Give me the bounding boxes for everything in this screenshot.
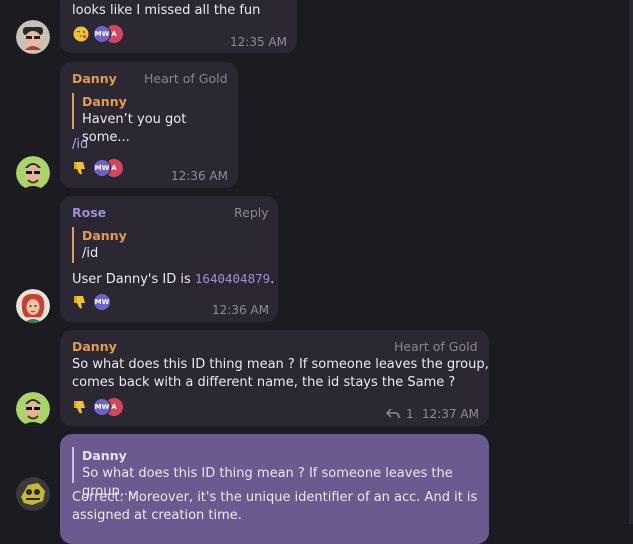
quoted-reply[interactable]: Danny So what does this ID thing mean ? … [72, 447, 489, 499]
avatar-user[interactable] [16, 477, 50, 511]
thumbs-down-icon[interactable] [72, 398, 90, 416]
reactions[interactable]: MW A [72, 159, 123, 177]
reactions[interactable]: MW A [72, 25, 123, 43]
sender-name[interactable]: Rose [72, 205, 106, 220]
avatar-rose[interactable] [16, 289, 50, 323]
reaction-avatar: MW [93, 159, 111, 177]
reaction-avatar: MW [93, 293, 111, 311]
sender-tag: Heart of Gold [144, 71, 228, 86]
message-text-prefix: User Danny's ID is [72, 272, 195, 287]
reply-arrow-icon [386, 408, 400, 419]
quoted-text: /id [82, 246, 99, 261]
thumbs-down-icon[interactable] [72, 159, 90, 177]
own-message-bubble[interactable]: Danny So what does this ID thing mean ? … [60, 434, 489, 544]
quoted-reply[interactable]: Danny Haven’t you got some... [72, 93, 238, 145]
message-text-line: So what does this ID thing mean ? If som… [72, 357, 489, 372]
sender-tag: Heart of Gold [394, 339, 478, 354]
quoted-reply[interactable]: Danny /id [72, 227, 127, 263]
message-text-suffix: . [270, 272, 275, 287]
timestamp: 12:36 AM [212, 303, 269, 317]
user-id-link[interactable]: 1640404879 [195, 271, 270, 286]
timestamp: 12:37 AM [422, 407, 479, 421]
message-bubble[interactable]: looks like I missed all the fun MW A 12:… [60, 0, 297, 53]
quoted-sender: Danny [82, 448, 127, 463]
message-text[interactable]: /id [72, 137, 88, 152]
reactions[interactable]: MW A [72, 398, 123, 416]
avatar-user[interactable] [16, 20, 50, 54]
message-text: User Danny's ID is 1640404879. [72, 271, 274, 287]
message-bubble[interactable]: Danny Heart of Gold So what does this ID… [60, 330, 489, 426]
message-bubble[interactable]: Rose Reply Danny /id User Danny's ID is … [60, 196, 278, 322]
quoted-sender: Danny [82, 94, 127, 109]
kissing-face-icon[interactable] [72, 25, 90, 43]
message-text-line: comes back with a different name, the id… [72, 375, 456, 390]
avatar-danny[interactable] [16, 156, 50, 190]
message-text: looks like I missed all the fun [72, 3, 261, 18]
sender-name[interactable]: Danny [72, 71, 117, 86]
scrollbar[interactable] [629, 0, 633, 524]
thumbs-down-icon[interactable] [72, 293, 90, 311]
reply-link[interactable]: Reply [234, 205, 269, 220]
timestamp: 12:36 AM [171, 169, 228, 183]
avatar-danny[interactable] [16, 392, 50, 426]
reaction-avatar: MW [93, 25, 111, 43]
reactions[interactable]: MW [72, 293, 111, 311]
message-bubble[interactable]: Danny Heart of Gold Danny Haven’t you go… [60, 62, 238, 188]
timestamp: 12:35 AM [230, 35, 287, 49]
message-text-line: Correct. Moreover, it's the unique ident… [72, 490, 478, 505]
message-text-line: assigned at creation time. [72, 508, 242, 523]
quoted-text: Haven’t you got some... [82, 112, 187, 145]
quoted-sender: Danny [82, 228, 127, 243]
reply-count: 1 [406, 407, 414, 421]
reaction-avatar: MW [93, 398, 111, 416]
sender-name[interactable]: Danny [72, 339, 117, 354]
replies-link[interactable]: 1 [386, 407, 414, 421]
